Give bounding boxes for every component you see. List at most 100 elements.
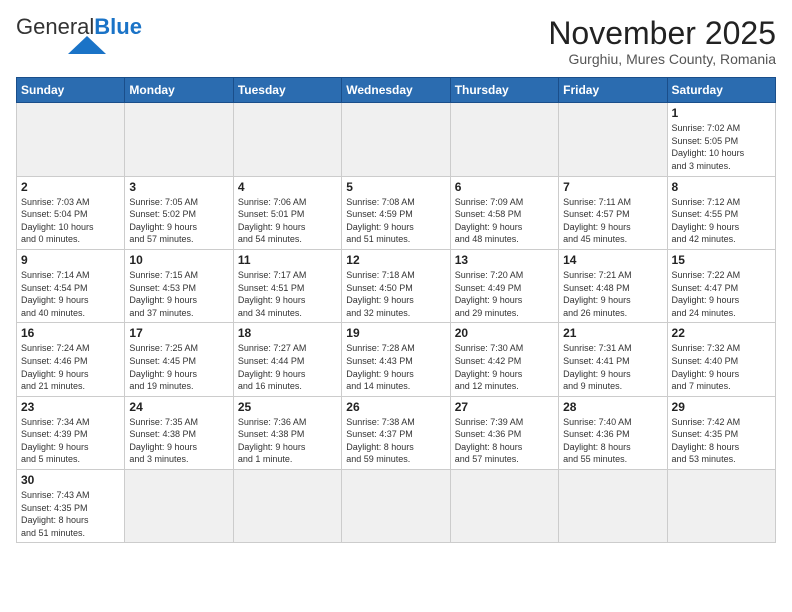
calendar-cell: 7 Sunrise: 7:11 AM Sunset: 4:57 PM Daylig… bbox=[559, 176, 667, 249]
day-number: 5 bbox=[346, 180, 445, 194]
day-number: 23 bbox=[21, 400, 120, 414]
day-number: 25 bbox=[238, 400, 337, 414]
day-info: Sunrise: 7:15 AM Sunset: 4:53 PM Dayligh… bbox=[129, 269, 228, 319]
calendar-week-row: 30Sunrise: 7:43 AM Sunset: 4:35 PM Dayli… bbox=[17, 470, 776, 543]
calendar-cell: 26 Sunrise: 7:38 AM Sunset: 4:37 PM Dayli… bbox=[342, 396, 450, 469]
calendar-cell bbox=[342, 103, 450, 176]
calendar-cell: 19 Sunrise: 7:28 AM Sunset: 4:43 PM Dayli… bbox=[342, 323, 450, 396]
day-info: Sunrise: 7:38 AM Sunset: 4:37 PM Dayligh… bbox=[346, 416, 445, 466]
logo-icon bbox=[68, 34, 106, 56]
weekday-header: Saturday bbox=[667, 78, 775, 103]
day-number: 4 bbox=[238, 180, 337, 194]
calendar-cell: 29 Sunrise: 7:42 AM Sunset: 4:35 PM Dayli… bbox=[667, 396, 775, 469]
day-info: Sunrise: 7:43 AM Sunset: 4:35 PM Dayligh… bbox=[21, 489, 120, 539]
day-info: Sunrise: 7:40 AM Sunset: 4:36 PM Dayligh… bbox=[563, 416, 662, 466]
day-info: Sunrise: 7:31 AM Sunset: 4:41 PM Dayligh… bbox=[563, 342, 662, 392]
day-info: Sunrise: 7:27 AM Sunset: 4:44 PM Dayligh… bbox=[238, 342, 337, 392]
day-number: 26 bbox=[346, 400, 445, 414]
day-info: Sunrise: 7:25 AM Sunset: 4:45 PM Dayligh… bbox=[129, 342, 228, 392]
calendar-cell: 12 Sunrise: 7:18 AM Sunset: 4:50 PM Dayli… bbox=[342, 249, 450, 322]
day-number: 9 bbox=[21, 253, 120, 267]
weekday-header: Wednesday bbox=[342, 78, 450, 103]
calendar-cell bbox=[125, 103, 233, 176]
weekday-header: Tuesday bbox=[233, 78, 341, 103]
page-header: General Blue November 2025 Gurghiu, Mure… bbox=[16, 16, 776, 67]
day-info: Sunrise: 7:36 AM Sunset: 4:38 PM Dayligh… bbox=[238, 416, 337, 466]
day-number: 29 bbox=[672, 400, 771, 414]
title-block: November 2025 Gurghiu, Mures County, Rom… bbox=[548, 16, 776, 67]
day-number: 8 bbox=[672, 180, 771, 194]
calendar-cell: 18 Sunrise: 7:27 AM Sunset: 4:44 PM Dayli… bbox=[233, 323, 341, 396]
calendar-cell: 17 Sunrise: 7:25 AM Sunset: 4:45 PM Dayli… bbox=[125, 323, 233, 396]
calendar-cell bbox=[125, 470, 233, 543]
day-number: 18 bbox=[238, 326, 337, 340]
calendar-cell: 4 Sunrise: 7:06 AM Sunset: 5:01 PM Daylig… bbox=[233, 176, 341, 249]
calendar-cell: 1 Sunrise: 7:02 AM Sunset: 5:05 PM Daylig… bbox=[667, 103, 775, 176]
calendar-cell: 6Sunrise: 7:09 AM Sunset: 4:58 PM Daylig… bbox=[450, 176, 558, 249]
calendar-cell bbox=[667, 470, 775, 543]
day-number: 28 bbox=[563, 400, 662, 414]
day-info: Sunrise: 7:12 AM Sunset: 4:55 PM Dayligh… bbox=[672, 196, 771, 246]
day-number: 1 bbox=[672, 106, 771, 120]
calendar-cell: 5Sunrise: 7:08 AM Sunset: 4:59 PM Daylig… bbox=[342, 176, 450, 249]
day-number: 20 bbox=[455, 326, 554, 340]
day-number: 21 bbox=[563, 326, 662, 340]
day-info: Sunrise: 7:06 AM Sunset: 5:01 PM Dayligh… bbox=[238, 196, 337, 246]
calendar-cell: 16Sunrise: 7:24 AM Sunset: 4:46 PM Dayli… bbox=[17, 323, 125, 396]
calendar-table: SundayMondayTuesdayWednesdayThursdayFrid… bbox=[16, 77, 776, 543]
calendar-cell bbox=[17, 103, 125, 176]
day-info: Sunrise: 7:03 AM Sunset: 5:04 PM Dayligh… bbox=[21, 196, 120, 246]
weekday-header: Thursday bbox=[450, 78, 558, 103]
day-number: 17 bbox=[129, 326, 228, 340]
day-info: Sunrise: 7:24 AM Sunset: 4:46 PM Dayligh… bbox=[21, 342, 120, 392]
calendar-cell bbox=[559, 470, 667, 543]
calendar-cell bbox=[450, 470, 558, 543]
day-info: Sunrise: 7:30 AM Sunset: 4:42 PM Dayligh… bbox=[455, 342, 554, 392]
calendar-cell: 9 Sunrise: 7:14 AM Sunset: 4:54 PM Daylig… bbox=[17, 249, 125, 322]
day-info: Sunrise: 7:11 AM Sunset: 4:57 PM Dayligh… bbox=[563, 196, 662, 246]
day-info: Sunrise: 7:22 AM Sunset: 4:47 PM Dayligh… bbox=[672, 269, 771, 319]
day-number: 12 bbox=[346, 253, 445, 267]
day-number: 27 bbox=[455, 400, 554, 414]
day-info: Sunrise: 7:05 AM Sunset: 5:02 PM Dayligh… bbox=[129, 196, 228, 246]
calendar-week-row: 1 Sunrise: 7:02 AM Sunset: 5:05 PM Daylig… bbox=[17, 103, 776, 176]
day-info: Sunrise: 7:35 AM Sunset: 4:38 PM Dayligh… bbox=[129, 416, 228, 466]
calendar-cell: 10Sunrise: 7:15 AM Sunset: 4:53 PM Dayli… bbox=[125, 249, 233, 322]
day-info: Sunrise: 7:09 AM Sunset: 4:58 PM Dayligh… bbox=[455, 196, 554, 246]
month-title: November 2025 bbox=[548, 16, 776, 51]
calendar-cell bbox=[233, 470, 341, 543]
day-info: Sunrise: 7:18 AM Sunset: 4:50 PM Dayligh… bbox=[346, 269, 445, 319]
calendar-cell bbox=[559, 103, 667, 176]
day-info: Sunrise: 7:14 AM Sunset: 4:54 PM Dayligh… bbox=[21, 269, 120, 319]
location-title: Gurghiu, Mures County, Romania bbox=[548, 51, 776, 67]
calendar-week-row: 2 Sunrise: 7:03 AM Sunset: 5:04 PM Daylig… bbox=[17, 176, 776, 249]
day-number: 11 bbox=[238, 253, 337, 267]
day-info: Sunrise: 7:17 AM Sunset: 4:51 PM Dayligh… bbox=[238, 269, 337, 319]
day-number: 19 bbox=[346, 326, 445, 340]
calendar-cell: 30Sunrise: 7:43 AM Sunset: 4:35 PM Dayli… bbox=[17, 470, 125, 543]
logo: General Blue bbox=[16, 16, 142, 56]
day-info: Sunrise: 7:39 AM Sunset: 4:36 PM Dayligh… bbox=[455, 416, 554, 466]
day-number: 22 bbox=[672, 326, 771, 340]
day-number: 13 bbox=[455, 253, 554, 267]
calendar-week-row: 16Sunrise: 7:24 AM Sunset: 4:46 PM Dayli… bbox=[17, 323, 776, 396]
day-info: Sunrise: 7:42 AM Sunset: 4:35 PM Dayligh… bbox=[672, 416, 771, 466]
calendar-cell: 23 Sunrise: 7:34 AM Sunset: 4:39 PM Dayli… bbox=[17, 396, 125, 469]
calendar-cell: 3Sunrise: 7:05 AM Sunset: 5:02 PM Daylig… bbox=[125, 176, 233, 249]
day-info: Sunrise: 7:28 AM Sunset: 4:43 PM Dayligh… bbox=[346, 342, 445, 392]
day-info: Sunrise: 7:32 AM Sunset: 4:40 PM Dayligh… bbox=[672, 342, 771, 392]
calendar-week-row: 9 Sunrise: 7:14 AM Sunset: 4:54 PM Daylig… bbox=[17, 249, 776, 322]
calendar-cell: 11 Sunrise: 7:17 AM Sunset: 4:51 PM Dayli… bbox=[233, 249, 341, 322]
calendar-cell: 20 Sunrise: 7:30 AM Sunset: 4:42 PM Dayli… bbox=[450, 323, 558, 396]
weekday-header-row: SundayMondayTuesdayWednesdayThursdayFrid… bbox=[17, 78, 776, 103]
day-number: 7 bbox=[563, 180, 662, 194]
day-info: Sunrise: 7:21 AM Sunset: 4:48 PM Dayligh… bbox=[563, 269, 662, 319]
calendar-cell: 27 Sunrise: 7:39 AM Sunset: 4:36 PM Dayli… bbox=[450, 396, 558, 469]
day-info: Sunrise: 7:02 AM Sunset: 5:05 PM Dayligh… bbox=[672, 122, 771, 172]
calendar-cell bbox=[233, 103, 341, 176]
day-number: 2 bbox=[21, 180, 120, 194]
calendar-cell bbox=[450, 103, 558, 176]
weekday-header: Sunday bbox=[17, 78, 125, 103]
day-info: Sunrise: 7:34 AM Sunset: 4:39 PM Dayligh… bbox=[21, 416, 120, 466]
calendar-cell: 25 Sunrise: 7:36 AM Sunset: 4:38 PM Dayli… bbox=[233, 396, 341, 469]
